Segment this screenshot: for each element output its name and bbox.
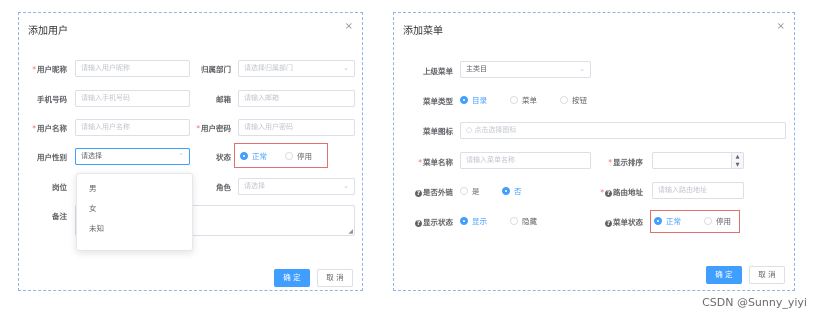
dropdown-option-male[interactable]: 男 (89, 183, 97, 194)
cancel-button[interactable]: 取 消 (317, 269, 353, 287)
menu-name-label: *菜单名称 (418, 158, 453, 167)
radio-dot (460, 96, 468, 104)
radio-dot (460, 217, 468, 225)
radio-dot (560, 96, 568, 104)
dept-select[interactable]: 请选择归属部门 ⌄ (238, 60, 355, 77)
resize-handle-icon[interactable]: ◢ (348, 228, 353, 235)
role-label: 角色 (216, 183, 231, 192)
external-radio-yes[interactable]: 是 (460, 186, 480, 197)
username-input[interactable]: 请输入用户名称 (75, 119, 190, 136)
chevron-down-icon: ⌄ (579, 65, 585, 73)
sort-stepper[interactable]: ▲ ▼ (652, 152, 744, 169)
gender-dropdown: 男 女 未知 (76, 173, 193, 251)
question-icon: ? (605, 220, 612, 227)
stepper-arrows-icon[interactable]: ▲ ▼ (731, 153, 743, 168)
gender-label: 用户性别 (37, 153, 67, 162)
visible-radio-show[interactable]: 显示 (460, 216, 487, 227)
path-input[interactable]: 请输入路由地址 (652, 182, 744, 199)
email-input[interactable]: 请输入邮箱 (238, 90, 355, 107)
path-label: *? 路由地址 (600, 188, 643, 197)
chevron-down-icon: ⌄ (343, 64, 349, 72)
status-label: 状态 (216, 153, 231, 162)
external-label: ? 是否外链 (415, 188, 453, 197)
close-icon[interactable]: × (345, 22, 353, 32)
dropdown-option-female[interactable]: 女 (89, 203, 97, 214)
cancel-button[interactable]: 取 消 (749, 266, 785, 284)
visible-radio-hide[interactable]: 隐藏 (510, 216, 537, 227)
question-icon: ? (415, 190, 422, 197)
dept-label: 归属部门 (201, 65, 231, 74)
external-radio-no[interactable]: 否 (502, 186, 522, 197)
confirm-button[interactable]: 确 定 (706, 266, 742, 284)
phone-input[interactable]: 请输入手机号码 (75, 90, 190, 107)
dialog-title: 添加用户 (28, 26, 68, 37)
type-radio-menu[interactable]: 菜单 (510, 95, 537, 106)
dialog-title: 添加菜单 (403, 26, 443, 37)
nickname-input[interactable]: 请输入用户昵称 (75, 60, 190, 77)
status-radio-disabled[interactable]: 停用 (704, 216, 731, 227)
sort-label: *显示排序 (608, 158, 643, 167)
email-label: 邮箱 (216, 95, 231, 104)
add-user-dialog: 添加用户 × *用户昵称 请输入用户昵称 归属部门 请选择归属部门 ⌄ 手机号码 … (18, 12, 363, 291)
radio-dot (502, 187, 510, 195)
visible-label: ? 显示状态 (415, 218, 453, 227)
password-label: *用户密码 (196, 124, 231, 133)
question-icon: ? (415, 220, 422, 227)
menu-type-label: 菜单类型 (423, 97, 453, 106)
gender-select[interactable]: 请选择 ⌃ (75, 148, 190, 165)
status-radio-normal[interactable]: 正常 (240, 151, 267, 162)
type-radio-button[interactable]: 按钮 (560, 95, 587, 106)
menu-name-input[interactable]: 请输入菜单名称 (460, 152, 591, 169)
parent-menu-select[interactable]: 主类目 ⌄ (460, 61, 591, 78)
menu-status-label: ? 菜单状态 (605, 218, 643, 227)
radio-dot (510, 217, 518, 225)
phone-label: 手机号码 (37, 95, 67, 104)
role-select[interactable]: 请选择 ⌄ (238, 178, 355, 195)
radio-dot (460, 187, 468, 195)
question-icon: ? (605, 190, 612, 197)
nickname-label: *用户昵称 (32, 65, 67, 74)
radio-dot (704, 217, 712, 225)
watermark: CSDN @Sunny_yiyi (702, 296, 807, 309)
remark-label: 备注 (52, 212, 67, 221)
close-icon[interactable]: × (777, 22, 785, 32)
chevron-down-icon: ⌄ (343, 182, 349, 190)
type-radio-directory[interactable]: 目录 (460, 95, 487, 106)
post-label: 岗位 (52, 183, 67, 192)
add-menu-dialog: 添加菜单 × 上级菜单 主类目 ⌄ 菜单类型 目录 菜单 按钮 菜单图标 ○ 点击… (393, 12, 795, 291)
status-radio-normal[interactable]: 正常 (654, 216, 681, 227)
chevron-up-icon: ⌃ (178, 152, 184, 160)
menu-icon-label: 菜单图标 (423, 127, 453, 136)
radio-dot (654, 217, 662, 225)
confirm-button[interactable]: 确 定 (274, 269, 310, 287)
status-radio-disabled[interactable]: 停用 (285, 151, 312, 162)
radio-dot (240, 152, 248, 160)
radio-dot (285, 152, 293, 160)
password-input[interactable]: 请输入用户密码 (238, 119, 355, 136)
username-label: *用户名称 (32, 124, 67, 133)
parent-menu-label: 上级菜单 (423, 67, 453, 76)
icon-select-input[interactable]: ○ 点击选择图标 (460, 122, 786, 139)
radio-dot (510, 96, 518, 104)
dropdown-option-unknown[interactable]: 未知 (89, 223, 104, 234)
